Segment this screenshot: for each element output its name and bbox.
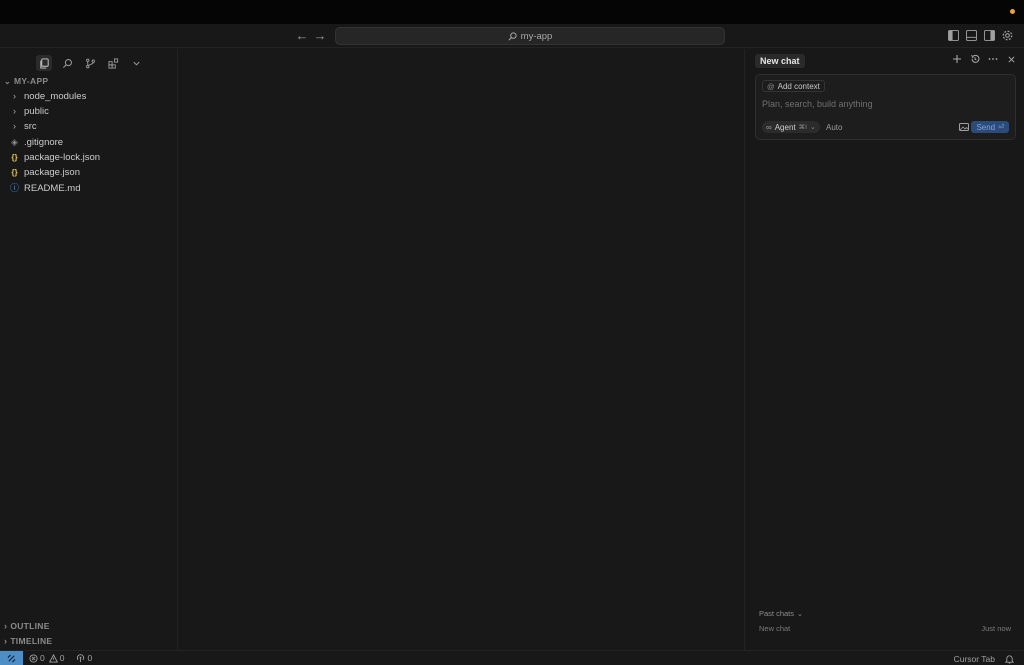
status-bar-right: Cursor Tab <box>954 651 1014 665</box>
broadcast-icon <box>77 653 85 662</box>
tree-item-readme[interactable]: ⓘ README.md <box>10 181 80 196</box>
info-icon: ⓘ <box>10 183 20 193</box>
editor-area[interactable] <box>179 49 745 650</box>
tree-item-label: node_modules <box>24 91 87 102</box>
chat-composer[interactable]: @ Add context Plan, search, build anythi… <box>755 74 1016 140</box>
json-file-icon: {} <box>11 152 18 162</box>
send-label: Send <box>976 122 996 132</box>
ports-count: 0 <box>87 653 93 663</box>
search-icon <box>508 31 517 40</box>
tree-item-label: README.md <box>24 183 81 194</box>
timeline-label: TIMELINE <box>10 636 53 646</box>
explorer-root-header[interactable]: ⌄ MY-APP <box>0 74 48 88</box>
history-icon[interactable] <box>970 54 980 64</box>
bell-icon[interactable] <box>1005 654 1014 664</box>
agent-mode-dropdown[interactable]: ∞ Agent ⌘I ⌄ <box>762 121 820 133</box>
warning-icon <box>48 653 58 663</box>
enter-key-icon: ⏎ <box>998 124 1004 131</box>
chevron-down-icon: ⌄ <box>797 610 803 618</box>
chevron-right-icon: › <box>13 91 16 101</box>
error-icon <box>29 653 38 663</box>
search-icon[interactable] <box>59 55 75 71</box>
arrow-left-icon[interactable]: ← <box>294 28 310 43</box>
agent-shortcut: ⌘I <box>798 124 807 131</box>
outline-label: OUTLINE <box>10 621 50 631</box>
json-file-icon: {} <box>11 167 18 177</box>
files-icon[interactable] <box>36 55 52 71</box>
chevron-right-icon: › <box>4 636 8 646</box>
git-file-icon: ◈ <box>11 137 18 147</box>
timeline-section-header[interactable]: › TIMELINE <box>0 634 52 648</box>
image-attach-icon[interactable] <box>959 123 969 131</box>
tree-item-src[interactable]: › src <box>10 119 37 134</box>
tree-item-package-json[interactable]: {} package.json <box>10 165 80 180</box>
agent-mode-label: Agent <box>774 122 796 132</box>
explorer-sidebar: ⌄ MY-APP › node_modules › public › src ◈… <box>0 49 178 650</box>
chevron-down-icon: ⌄ <box>809 124 816 131</box>
chat-tab-new-chat[interactable]: New chat <box>755 54 805 68</box>
chevron-right-icon: › <box>4 621 8 631</box>
chevron-down-icon: ⌄ <box>4 76 12 86</box>
chat-panel: New chat @ Add context Plan, search, bui… <box>746 49 1024 650</box>
tree-item-label: public <box>24 106 49 117</box>
chat-prompt-input[interactable]: Plan, search, build anything <box>762 99 873 109</box>
past-chats-toggle[interactable]: Past chats ⌄ <box>759 609 803 618</box>
close-icon[interactable] <box>1006 54 1016 64</box>
toggle-primary-sidebar-icon[interactable] <box>948 30 959 41</box>
problems-indicator[interactable]: 0 0 <box>29 653 64 663</box>
model-selector[interactable]: Auto <box>826 123 842 132</box>
chevron-right-icon: › <box>13 106 16 116</box>
tree-item-label: package-lock.json <box>24 152 101 163</box>
tree-item-node-modules[interactable]: › node_modules <box>10 89 86 104</box>
tree-item-label: src <box>24 121 37 132</box>
error-count: 0 <box>40 653 45 663</box>
outline-section-header[interactable]: › OUTLINE <box>0 619 50 633</box>
toggle-secondary-sidebar-icon[interactable] <box>984 30 995 41</box>
model-label: Auto <box>826 123 843 132</box>
chat-header-actions <box>952 54 1016 64</box>
activity-bar <box>36 52 144 74</box>
command-center-search[interactable]: my-app <box>335 27 725 45</box>
at-sign-icon: @ <box>767 81 775 91</box>
add-context-label: Add context <box>777 81 820 91</box>
past-chats-label: Past chats <box>759 609 795 618</box>
status-bar: 0 0 0 Cursor Tab <box>0 650 1024 665</box>
source-control-icon[interactable] <box>82 55 98 71</box>
explorer-root-label: MY-APP <box>14 76 49 86</box>
tree-item-public[interactable]: › public <box>10 104 49 119</box>
settings-gear-icon[interactable] <box>1002 30 1013 41</box>
tree-item-package-lock-json[interactable]: {} package-lock.json <box>10 150 100 165</box>
extensions-icon[interactable] <box>105 55 121 71</box>
arrow-right-icon[interactable]: → <box>312 28 328 43</box>
title-bar: ← → my-app <box>0 24 1024 48</box>
chevron-down-icon[interactable] <box>128 55 144 71</box>
tree-item-label: .gitignore <box>24 137 64 148</box>
more-options-icon[interactable] <box>988 54 998 64</box>
add-context-button[interactable]: @ Add context <box>762 80 825 92</box>
chevron-right-icon: › <box>13 121 16 131</box>
remote-indicator-icon[interactable] <box>0 650 23 665</box>
past-chat-time: Just now <box>981 624 1011 633</box>
send-button[interactable]: Send ⏎ <box>971 121 1009 133</box>
past-chat-item[interactable]: New chat Just now <box>759 624 1011 633</box>
command-center-label: my-app <box>520 30 553 42</box>
update-notification-dot[interactable] <box>1010 9 1015 14</box>
tree-item-gitignore[interactable]: ◈ .gitignore <box>10 135 63 150</box>
window-top-bar <box>0 0 1024 24</box>
infinity-icon: ∞ <box>766 122 772 132</box>
warning-count: 0 <box>59 653 65 663</box>
cursor-tab-status[interactable]: Cursor Tab <box>954 654 995 664</box>
plus-icon[interactable] <box>952 54 962 64</box>
tree-item-label: package.json <box>24 167 80 178</box>
toggle-panel-icon[interactable] <box>966 30 977 41</box>
ports-indicator[interactable]: 0 <box>76 653 92 663</box>
past-chat-title: New chat <box>759 624 791 633</box>
